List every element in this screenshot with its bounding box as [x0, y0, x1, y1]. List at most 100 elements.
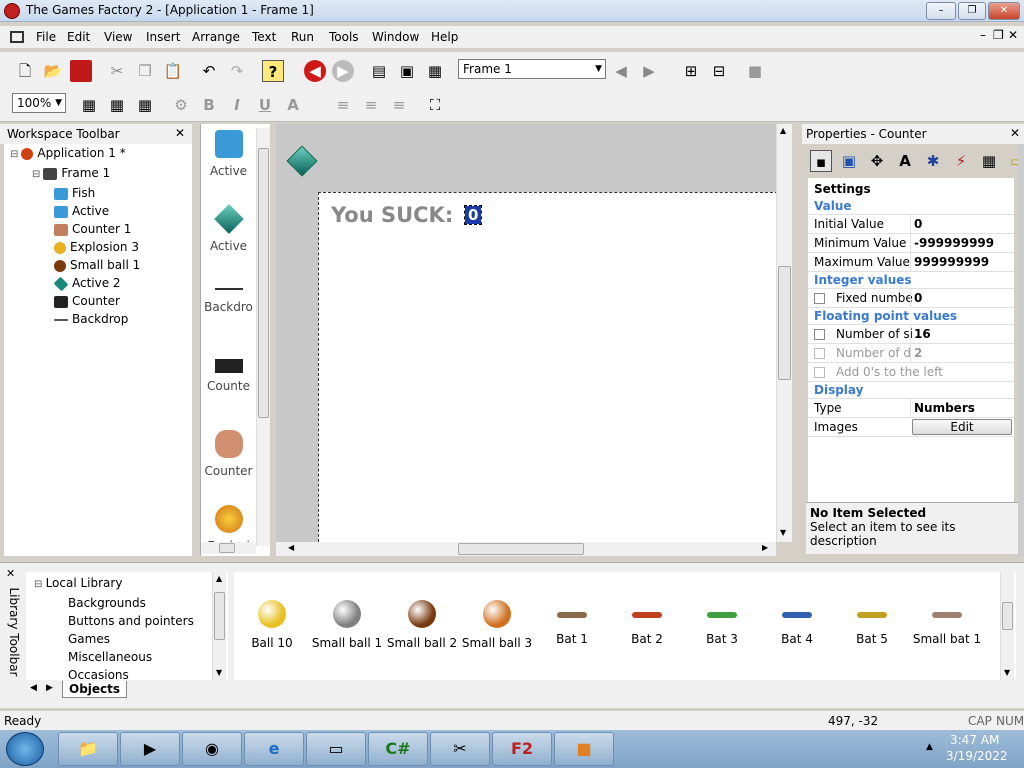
- menu-insert[interactable]: Insert: [146, 30, 180, 44]
- mdi-close-icon[interactable]: ✕: [1008, 28, 1018, 42]
- scroll-down-icon[interactable]: ▼: [216, 668, 222, 677]
- back-icon[interactable]: ◀: [304, 60, 326, 82]
- tree-item-small-ball-1[interactable]: Small ball 1: [4, 256, 192, 274]
- library-item[interactable]: Bat 3: [686, 600, 758, 646]
- strip-item[interactable]: Backdro: [201, 278, 256, 348]
- next-frame-icon[interactable]: ▶: [638, 60, 660, 82]
- editor-hthumb[interactable]: [458, 543, 584, 555]
- decimals-checkbox[interactable]: [814, 348, 825, 359]
- properties-splitter[interactable]: [1018, 144, 1024, 556]
- maximum-value[interactable]: 999999999: [910, 253, 1014, 271]
- library-tree-scrollbar[interactable]: ▲ ▼: [212, 572, 226, 680]
- significant-value[interactable]: 16: [910, 325, 1014, 343]
- menu-file[interactable]: File: [36, 30, 56, 44]
- images-edit-button[interactable]: Edit: [912, 419, 1012, 435]
- stop-icon[interactable]: ■: [744, 60, 766, 82]
- tab-right-icon[interactable]: ▶: [46, 683, 53, 693]
- library-item[interactable]: Small ball 3: [461, 600, 533, 650]
- events-tab-icon[interactable]: ⚡: [950, 150, 972, 172]
- italic-icon[interactable]: I: [226, 94, 248, 116]
- minimum-value-row[interactable]: Minimum Value -999999999: [808, 234, 1014, 253]
- tree-item-frame-1[interactable]: ⊟ Frame 1: [4, 164, 192, 184]
- tree-item-application-1[interactable]: ⊟ Application 1 *: [4, 144, 192, 164]
- align-right-icon[interactable]: ≡: [388, 94, 410, 116]
- library-tree-item[interactable]: Buttons and pointers: [26, 612, 228, 630]
- collapse-icon[interactable]: ⊟: [32, 169, 40, 180]
- library-tree-item[interactable]: ⊟ Local Library: [26, 574, 228, 594]
- library-tree-thumb[interactable]: [214, 592, 225, 640]
- csharp-taskbar-icon[interactable]: C#: [368, 732, 428, 766]
- tab-left-icon[interactable]: ◀: [30, 683, 37, 693]
- settings-tab-icon[interactable]: ▪: [810, 150, 832, 172]
- initial-value[interactable]: 0: [910, 215, 1014, 233]
- editor-vthumb[interactable]: [778, 266, 791, 380]
- cut-icon[interactable]: ✂: [106, 60, 128, 82]
- snipping-taskbar-icon[interactable]: ✂: [430, 732, 490, 766]
- tree-item-fish[interactable]: Fish: [4, 184, 192, 202]
- save-icon[interactable]: [70, 60, 92, 82]
- strip-item[interactable]: Active: [201, 203, 256, 273]
- counter-object[interactable]: 0: [463, 205, 483, 225]
- strip-scrollbar[interactable]: [256, 128, 270, 546]
- tree-item-counter[interactable]: Counter: [4, 292, 192, 310]
- clock-date[interactable]: 3/19/2022: [946, 749, 1008, 763]
- strip-hscroll[interactable]: [201, 542, 256, 554]
- start-button[interactable]: [6, 732, 44, 766]
- library-item[interactable]: Bat 4: [761, 600, 833, 646]
- frame-canvas[interactable]: You SUCK: 0: [318, 192, 776, 542]
- add-zeros-checkbox[interactable]: [814, 367, 825, 378]
- editor-vscroll[interactable]: ▲ ▼: [776, 124, 792, 542]
- scroll-up-icon[interactable]: ▲: [216, 574, 222, 583]
- close-button[interactable]: ✕: [988, 2, 1020, 20]
- run-app-icon[interactable]: ⊟: [708, 60, 730, 82]
- paste-icon[interactable]: 📋: [162, 60, 184, 82]
- tray-arrow-icon[interactable]: ▲: [926, 742, 933, 752]
- fixed-number-row[interactable]: Fixed numbe 0: [808, 289, 1014, 308]
- fixed-value[interactable]: 0: [910, 289, 1014, 307]
- frame-select[interactable]: Frame 1 ▼: [458, 59, 606, 79]
- tab-objects[interactable]: Objects: [62, 681, 128, 698]
- menu-view[interactable]: View: [104, 30, 132, 44]
- close-icon[interactable]: ✕: [1010, 126, 1020, 140]
- grid-setup-icon[interactable]: ▦: [134, 94, 156, 116]
- align-left-icon[interactable]: ≡: [332, 94, 354, 116]
- menu-edit[interactable]: Edit: [67, 30, 90, 44]
- redo-icon[interactable]: ↷: [226, 60, 248, 82]
- editor-hscroll[interactable]: ◀ ▶: [276, 542, 776, 556]
- storyboard-icon[interactable]: ▤: [368, 60, 390, 82]
- text-object[interactable]: You SUCK:: [331, 203, 453, 227]
- size-position-tab-icon[interactable]: ✥: [866, 150, 888, 172]
- library-tree-item[interactable]: Games: [26, 630, 228, 648]
- menu-tools[interactable]: Tools: [329, 30, 359, 44]
- values-tab-icon[interactable]: ▦: [978, 150, 1000, 172]
- strip-item[interactable]: Active: [201, 128, 256, 198]
- ie-taskbar-icon[interactable]: e: [244, 732, 304, 766]
- strip-hthumb[interactable]: [219, 543, 235, 553]
- add-zeros-row[interactable]: Add 0's to the left: [808, 363, 1014, 382]
- library-tree-item[interactable]: Backgrounds: [26, 594, 228, 612]
- office-taskbar-icon[interactable]: ■: [554, 732, 614, 766]
- mdi-min-icon[interactable]: –: [980, 28, 986, 42]
- open-icon[interactable]: 📂: [42, 60, 64, 82]
- display-tab-icon[interactable]: ▣: [838, 150, 860, 172]
- decimals-value[interactable]: 2: [910, 344, 1014, 362]
- maximize-button[interactable]: ❐: [958, 2, 986, 20]
- scroll-up-icon[interactable]: ▲: [780, 126, 786, 135]
- scroll-right-icon[interactable]: ▶: [762, 543, 768, 552]
- collapse-icon[interactable]: ⊟: [34, 579, 46, 590]
- mdi-icon[interactable]: [10, 31, 24, 43]
- tree-item-explosion-3[interactable]: Explosion 3: [4, 238, 192, 256]
- run-frame-icon[interactable]: ⊞: [680, 60, 702, 82]
- library-item[interactable]: Small bat 1: [911, 600, 983, 646]
- type-row[interactable]: Type Numbers: [808, 399, 1014, 418]
- strip-scroll-thumb[interactable]: [258, 148, 269, 418]
- close-icon[interactable]: ✕: [175, 126, 185, 140]
- media-player-taskbar-icon[interactable]: ▶: [120, 732, 180, 766]
- explorer-taskbar-icon[interactable]: 📁: [58, 732, 118, 766]
- frame-editor[interactable]: You SUCK: 0: [276, 124, 776, 542]
- event-editor-icon[interactable]: ▦: [424, 60, 446, 82]
- fixed-checkbox[interactable]: [814, 293, 825, 304]
- library-items-scrollbar[interactable]: ▼: [1000, 572, 1014, 680]
- minimize-button[interactable]: –: [926, 2, 956, 20]
- diamond-icon[interactable]: [286, 145, 318, 177]
